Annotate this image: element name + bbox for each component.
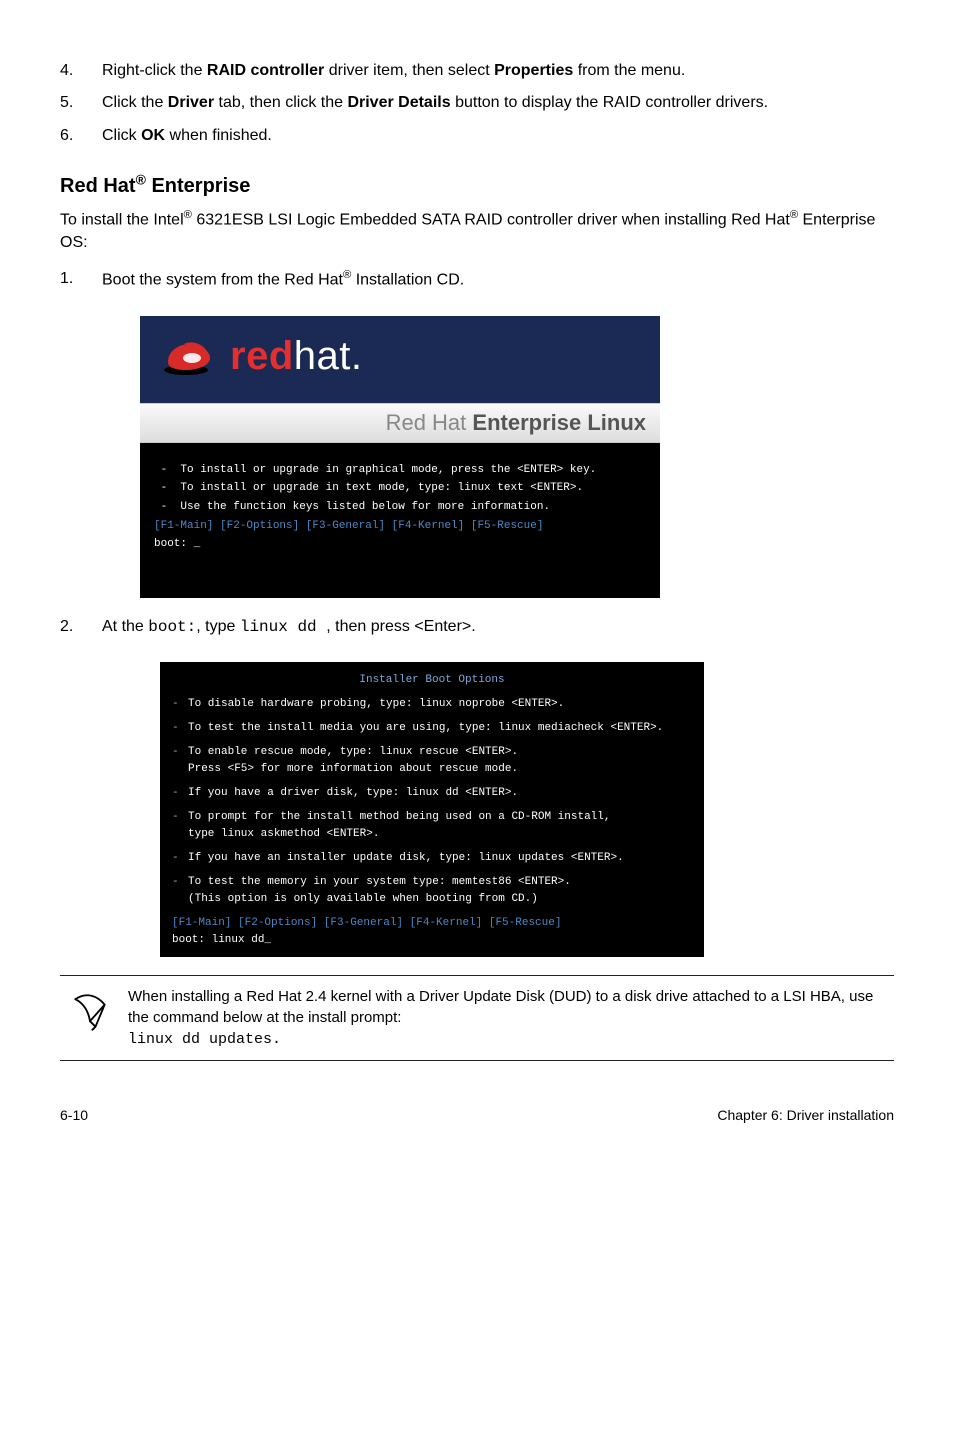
- note-text: When installing a Red Hat 2.4 kernel wit…: [128, 986, 886, 1050]
- redhat-subbar: Red Hat Enterprise Linux: [140, 403, 660, 443]
- step-text: At the boot:, type linux dd , then press…: [102, 616, 894, 638]
- boot-option-item: -To disable hardware probing, type: linu…: [172, 696, 692, 713]
- t: , then press <Enter>.: [326, 618, 475, 635]
- step-number: 2.: [60, 616, 102, 638]
- screenshot-redhat-splash: redhat. Red Hat Enterprise Linux - To in…: [140, 316, 660, 598]
- t: At the: [102, 618, 148, 635]
- steps-top: 4.Right-click the RAID controller driver…: [60, 60, 894, 147]
- code: boot:: [148, 618, 196, 636]
- redhat-logo-icon: [162, 336, 216, 376]
- boot-options-title: Installer Boot Options: [172, 672, 692, 689]
- redhat-word-hat: hat: [294, 334, 351, 378]
- steps-install-2: 2. At the boot:, type linux dd , then pr…: [60, 616, 894, 638]
- boot-option-item: -To enable rescue mode, type: linux resc…: [172, 744, 692, 778]
- note-body: When installing a Red Hat 2.4 kernel wit…: [128, 988, 873, 1026]
- step-text: Click the Driver tab, then click the Dri…: [102, 92, 894, 114]
- lead-paragraph: To install the Intel® 6321ESB LSI Logic …: [60, 208, 894, 254]
- boot-fkeys: [F1-Main] [F2-Options] [F3-General] [F4-…: [172, 915, 692, 932]
- subbar-light: Red Hat: [386, 410, 473, 435]
- page-footer: 6-10 Chapter 6: Driver installation: [60, 1099, 894, 1123]
- subbar-heavy: Enterprise Linux: [472, 410, 646, 435]
- note-box: When installing a Red Hat 2.4 kernel wit…: [60, 975, 894, 1061]
- chapter-label: Chapter 6: Driver installation: [717, 1107, 894, 1123]
- boot-option-item: -To test the memory in your system type:…: [172, 874, 692, 908]
- boot-option-item: -If you have a driver disk, type: linux …: [172, 785, 692, 802]
- note-icon: [68, 986, 128, 1039]
- redhat-word-dot: .: [351, 334, 363, 378]
- page-number: 6-10: [60, 1107, 88, 1123]
- boot-prompt: boot: linux dd_: [172, 932, 692, 949]
- boot-option-item: -To test the install media you are using…: [172, 720, 692, 737]
- step-number: 1.: [60, 268, 102, 292]
- section-heading: Red Hat® Enterprise: [60, 171, 894, 198]
- redhat-word-red: red: [230, 334, 294, 378]
- screenshot-boot-options: Installer Boot Options -To disable hardw…: [160, 662, 704, 957]
- boot-option-item: -If you have an installer update disk, t…: [172, 850, 692, 867]
- step-number: 6.: [60, 125, 102, 147]
- redhat-wordmark: redhat.: [230, 334, 362, 379]
- t: , type: [196, 618, 240, 635]
- code: linux dd: [240, 618, 326, 636]
- redhat-banner: redhat.: [140, 316, 660, 403]
- step-number: 5.: [60, 92, 102, 114]
- step-text: Click OK when finished.: [102, 125, 894, 147]
- redhat-console: - To install or upgrade in graphical mod…: [140, 443, 660, 598]
- boot-option-item: -To prompt for the install method being …: [172, 809, 692, 843]
- step-text: Right-click the RAID controller driver i…: [102, 60, 894, 82]
- step-number: 4.: [60, 60, 102, 82]
- note-code: linux dd updates.: [128, 1031, 281, 1048]
- steps-install: 1. Boot the system from the Red Hat® Ins…: [60, 268, 894, 292]
- step-text: Boot the system from the Red Hat® Instal…: [102, 268, 894, 292]
